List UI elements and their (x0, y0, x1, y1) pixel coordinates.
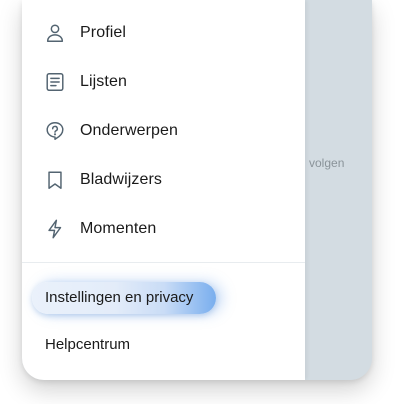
settings-privacy-label: Instellingen en privacy (45, 289, 194, 306)
menu-divider (22, 262, 305, 263)
menu-item-label: Bladwijzers (80, 171, 163, 188)
bookmark-icon (44, 169, 66, 191)
background-text: volgen (309, 156, 345, 170)
user-icon (44, 22, 66, 44)
lightning-icon (44, 218, 66, 240)
menu-item-label: Onderwerpen (80, 122, 179, 139)
menu-item-lijsten[interactable]: Lijsten (22, 60, 305, 104)
help-center-link[interactable]: Helpcentrum (45, 336, 130, 353)
settings-privacy-button[interactable]: Instellingen en privacy (32, 282, 216, 314)
menu-item-profiel[interactable]: Profiel (22, 11, 305, 55)
menu-item-label: Momenten (80, 220, 157, 237)
backdrop-overlay[interactable]: volgen (305, 0, 372, 380)
topic-icon (44, 120, 66, 142)
menu-item-momenten[interactable]: Momenten (22, 207, 305, 251)
menu-item-onderwerpen[interactable]: Onderwerpen (22, 109, 305, 153)
menu-card: volgen Profiel Lijsten Onderwerpen Bladw… (22, 0, 372, 380)
navigation-drawer: Profiel Lijsten Onderwerpen Bladwijzers … (22, 0, 305, 380)
menu-item-label: Lijsten (80, 73, 127, 90)
list-icon (44, 71, 66, 93)
menu-item-bladwijzers[interactable]: Bladwijzers (22, 158, 305, 202)
menu-item-label: Profiel (80, 24, 127, 41)
